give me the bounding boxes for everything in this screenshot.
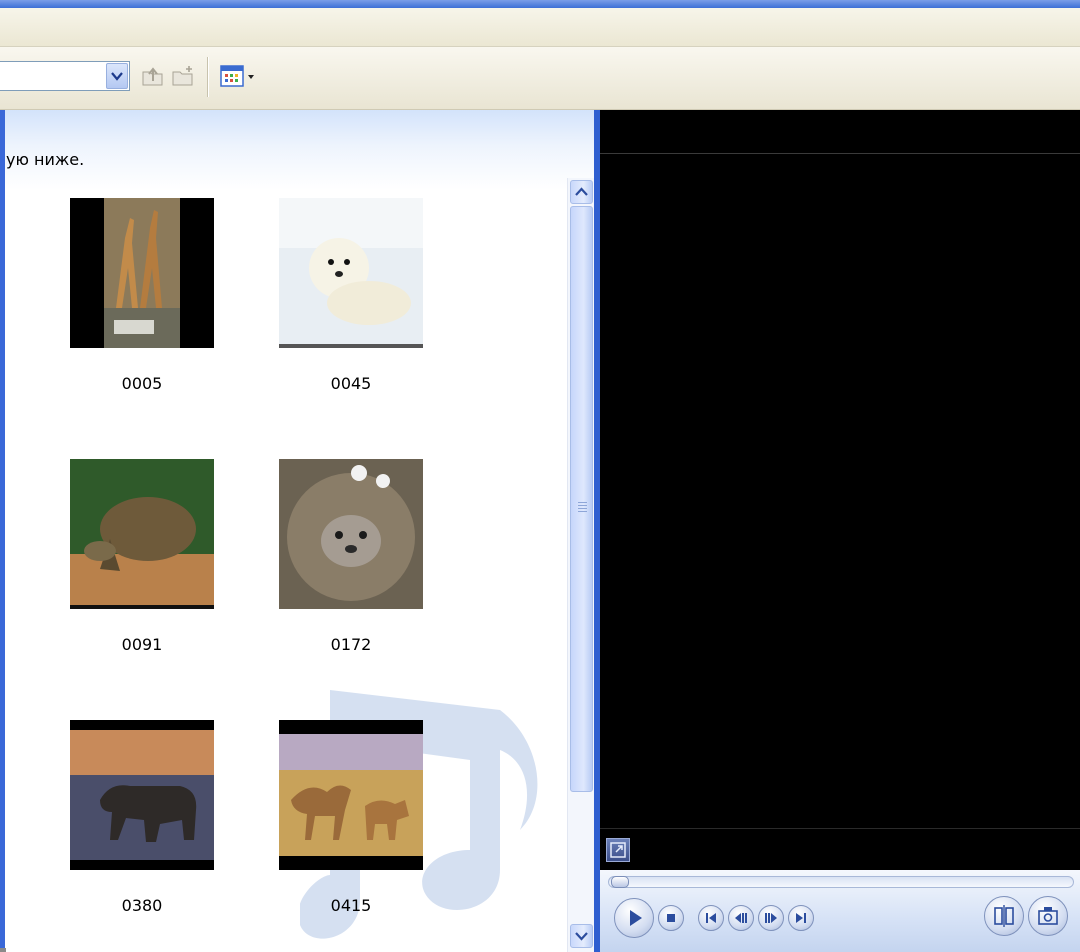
clip-thumbnail-0045[interactable]	[279, 198, 423, 348]
grip-line	[578, 505, 587, 506]
clip-thumbnail-0172[interactable]	[279, 459, 423, 609]
clip-thumbnail-0091[interactable]	[70, 459, 214, 609]
scroll-thumb[interactable]	[570, 206, 593, 792]
snapshot-icon[interactable]	[1028, 896, 1068, 936]
next-frame-icon[interactable]	[758, 905, 784, 931]
up-folder-icon[interactable]	[140, 63, 166, 89]
collection-pane: ую ниже. 0005 0045 0091 0172 0380 0415	[0, 110, 597, 952]
scroll-down-button[interactable]	[570, 924, 593, 948]
clip-label-0172: 0172	[330, 635, 372, 654]
clip-label-0415: 0415	[330, 896, 372, 915]
menu-bar	[0, 8, 1080, 47]
stop-icon[interactable]	[658, 905, 684, 931]
grip-line	[578, 508, 587, 509]
previous-icon[interactable]	[698, 905, 724, 931]
clip-label-0380: 0380	[121, 896, 163, 915]
collection-path-combo[interactable]	[0, 61, 130, 91]
views-icon[interactable]	[220, 63, 260, 89]
monitor-bottom-rule	[600, 828, 1080, 829]
clip-label-0045: 0045	[330, 374, 372, 393]
new-folder-icon[interactable]	[170, 63, 196, 89]
split-clip-icon[interactable]	[984, 896, 1024, 936]
window-title-bar	[0, 0, 1080, 8]
playback-controls	[600, 870, 1080, 952]
grip-line	[578, 511, 587, 512]
seek-bar[interactable]	[608, 876, 1074, 888]
toolbar	[0, 47, 1080, 110]
clip-thumbnail-0380[interactable]	[70, 720, 214, 870]
grip-line	[578, 502, 587, 503]
pane-header	[0, 110, 597, 190]
play-icon[interactable]	[614, 898, 654, 938]
toolbar-separator	[207, 57, 209, 97]
back-frame-icon[interactable]	[728, 905, 754, 931]
clip-thumbnail-0005[interactable]	[70, 198, 214, 348]
clip-thumbnail-0415[interactable]	[279, 720, 423, 870]
next-icon[interactable]	[788, 905, 814, 931]
preview-monitor	[600, 110, 1080, 952]
fullscreen-icon[interactable]	[606, 838, 630, 862]
task-pane-edge	[0, 110, 5, 952]
seek-handle[interactable]	[611, 876, 629, 888]
clip-label-0005: 0005	[121, 374, 163, 393]
pane-bottom-strip	[0, 948, 6, 952]
collection-vertical-scrollbar[interactable]	[567, 178, 595, 952]
scroll-up-button[interactable]	[570, 180, 593, 204]
chevron-down-icon[interactable]	[106, 63, 128, 89]
collection-hint-text: ую ниже.	[6, 150, 85, 169]
monitor-top-rule	[600, 153, 1080, 154]
clip-label-0091: 0091	[121, 635, 163, 654]
